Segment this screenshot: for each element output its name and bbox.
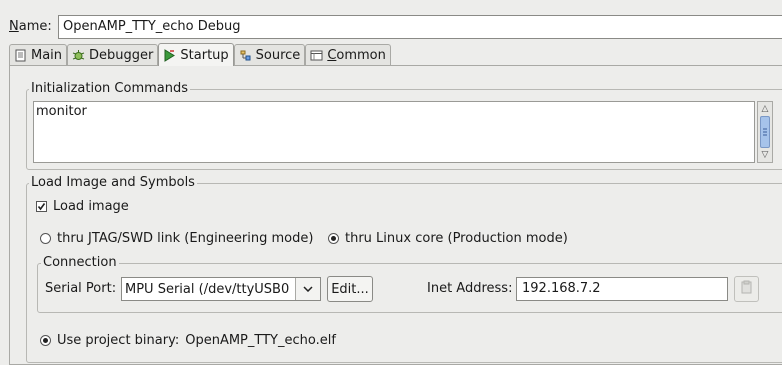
init-commands-scrollbar[interactable]: △ ▽	[757, 101, 773, 163]
tab-source-label: Source	[255, 47, 301, 63]
tab-startup[interactable]: Startup	[158, 43, 234, 66]
connection-title: Connection	[41, 255, 119, 270]
load-image-checkbox[interactable]	[36, 201, 47, 212]
binary-name: OpenAMP_TTY_echo.elf	[185, 333, 336, 348]
scroll-down-icon[interactable]: ▽	[759, 149, 771, 161]
radio-linux-row[interactable]: thru Linux core (Production mode)	[328, 231, 568, 246]
load-image-row[interactable]: Load image	[36, 199, 129, 214]
tab-main[interactable]: Main	[9, 44, 68, 65]
radio-jtag[interactable]	[40, 233, 51, 244]
tab-debugger-label: Debugger	[89, 47, 154, 63]
tab-startup-label: Startup	[180, 47, 229, 63]
serial-port-select[interactable]: MPU Serial (/dev/ttyUSB0	[121, 277, 321, 301]
inet-address-input[interactable]: 192.168.7.2	[516, 277, 728, 301]
tab-main-label: Main	[31, 47, 63, 63]
clipboard-icon	[740, 280, 753, 298]
radio-jtag-label: thru JTAG/SWD link (Engineering mode)	[57, 231, 314, 246]
load-image-label: Load image	[53, 199, 129, 214]
radio-linux[interactable]	[328, 233, 339, 244]
init-commands-textarea[interactable]: monitor	[33, 101, 755, 163]
use-binary-row[interactable]: Use project binary: OpenAMP_TTY_echo.elf	[40, 333, 336, 348]
tab-bar: Main Debugger Startup Source Common	[9, 43, 391, 66]
radio-linux-label: thru Linux core (Production mode)	[345, 231, 568, 246]
radio-use-binary[interactable]	[40, 335, 51, 346]
serial-port-value: MPU Serial (/dev/ttyUSB0	[125, 281, 290, 297]
use-binary-label: Use project binary:	[57, 333, 180, 348]
radio-jtag-row[interactable]: thru JTAG/SWD link (Engineering mode)	[40, 231, 313, 246]
inet-address-label: Inet Address:	[427, 281, 513, 296]
source-icon	[239, 49, 252, 62]
tab-common-label: Common	[327, 47, 386, 63]
chevron-down-icon[interactable]	[295, 278, 320, 300]
tab-source[interactable]: Source	[233, 44, 306, 65]
tab-common[interactable]: Common	[305, 44, 391, 65]
scroll-up-icon[interactable]: △	[759, 103, 771, 115]
bug-icon	[72, 49, 85, 62]
startup-icon	[163, 48, 176, 62]
configuration-name-input[interactable]: OpenAMP_TTY_echo Debug	[58, 15, 782, 39]
common-icon	[310, 49, 323, 62]
load-image-title: Load Image and Symbols	[29, 175, 197, 190]
init-commands-title: Initialization Commands	[29, 81, 190, 96]
tab-debugger[interactable]: Debugger	[67, 44, 159, 65]
serial-port-label: Serial Port:	[45, 281, 117, 296]
paste-button[interactable]	[734, 276, 759, 302]
name-label: Name:	[9, 19, 52, 34]
edit-button[interactable]: Edit...	[327, 276, 373, 302]
document-icon	[14, 49, 27, 62]
scroll-thumb[interactable]	[760, 116, 770, 148]
